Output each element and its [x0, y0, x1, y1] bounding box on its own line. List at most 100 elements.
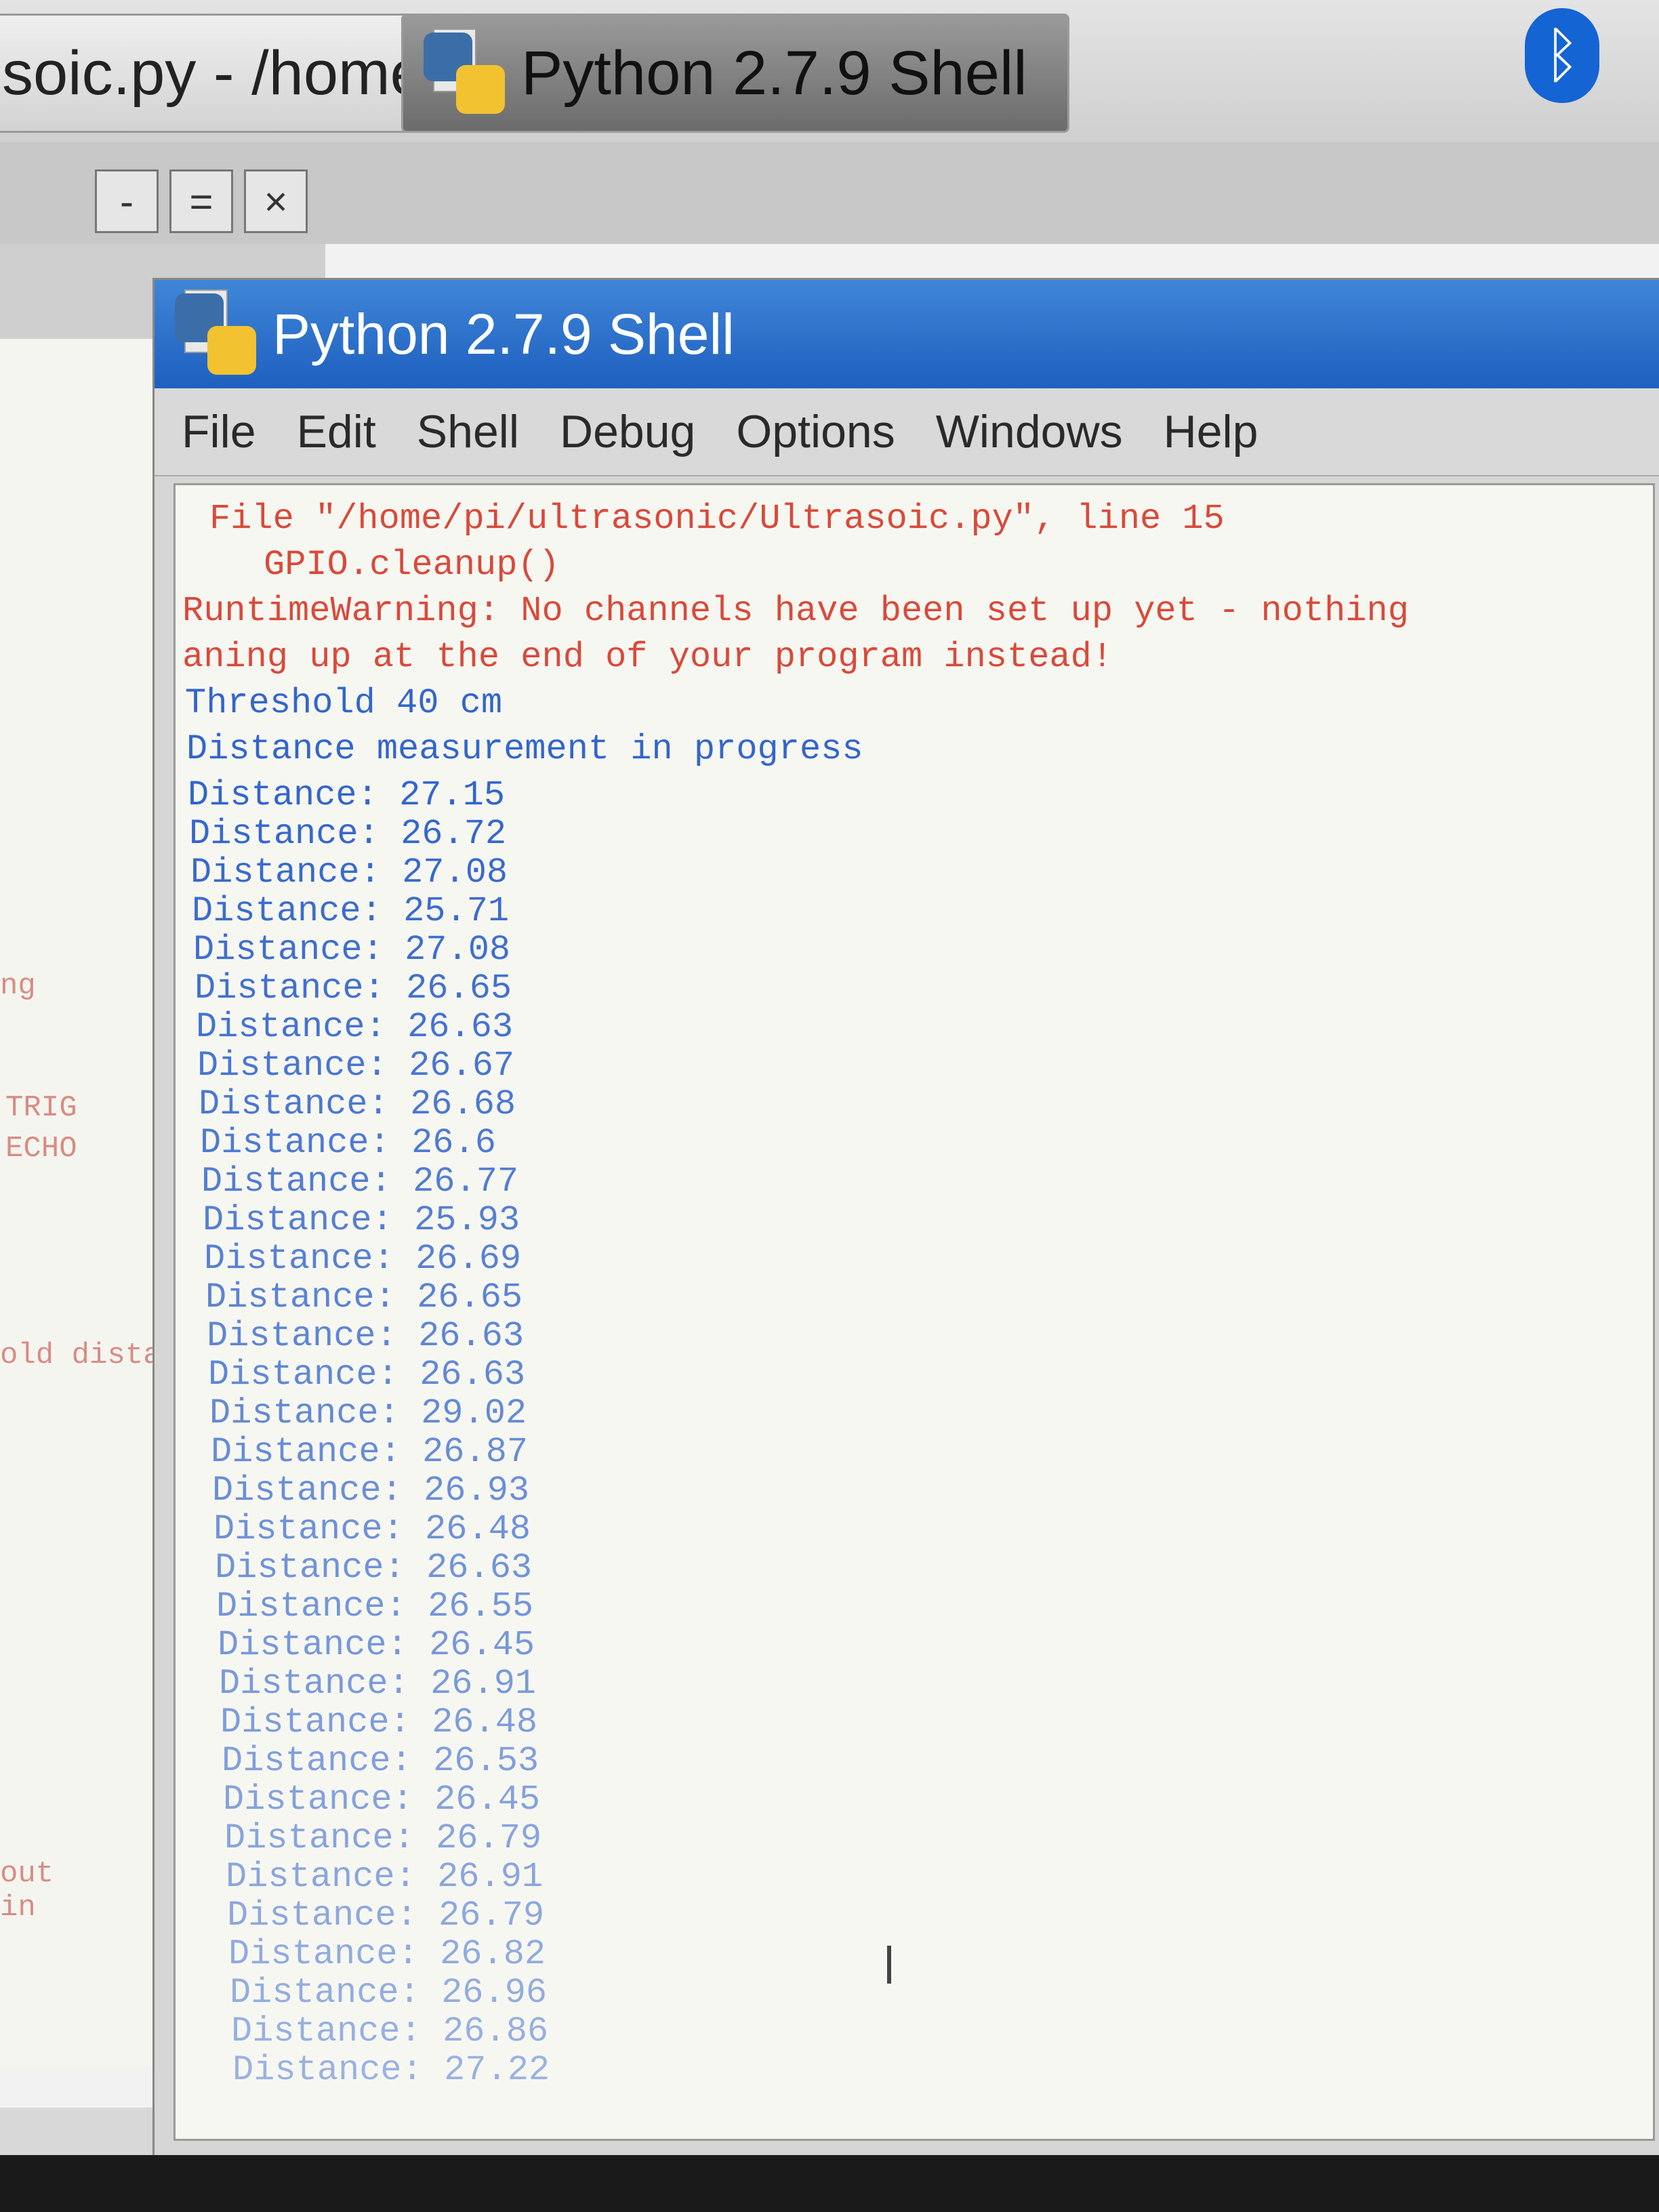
distance-label: Distance:	[190, 853, 381, 893]
taskbar-tab-editor[interactable]: soic.py - /home/...	[0, 14, 411, 133]
distance-value: 26.82	[440, 1934, 546, 1974]
distance-label: Distance:	[212, 1471, 403, 1511]
close-button[interactable]: ×	[244, 169, 308, 233]
distance-line: Distance: 26.86	[231, 2011, 548, 2051]
distance-line: Distance: 26.63	[196, 1007, 513, 1047]
distance-value: 26.68	[410, 1084, 516, 1124]
distance-value: 26.91	[437, 1857, 544, 1897]
text-cursor	[887, 1946, 891, 1984]
window-title: Python 2.7.9 Shell	[272, 302, 735, 366]
distance-value: 27.15	[399, 775, 506, 815]
distance-label: Distance:	[218, 1625, 408, 1665]
distance-value: 26.63	[419, 1355, 526, 1395]
distance-label: Distance:	[209, 1393, 400, 1433]
shell-window: Python 2.7.9 Shell File Edit Shell Debug…	[152, 278, 1659, 2155]
distance-value: 26.79	[436, 1818, 542, 1858]
distance-value: 26.48	[425, 1509, 531, 1549]
distance-value: 26.53	[433, 1741, 539, 1781]
shell-titlebar[interactable]: Python 2.7.9 Shell	[155, 280, 1659, 388]
distance-line: Distance: 26.45	[223, 1780, 540, 1820]
code-fragment: TRIG	[5, 1091, 77, 1125]
menu-edit[interactable]: Edit	[297, 405, 376, 458]
distance-line: Distance: 26.91	[226, 1857, 543, 1897]
distance-value: 26.45	[434, 1780, 541, 1820]
distance-label: Distance:	[193, 930, 384, 970]
distance-line: Distance: 26.96	[230, 1973, 547, 2013]
distance-label: Distance:	[196, 1007, 386, 1047]
distance-line: Distance: 26.55	[216, 1586, 533, 1626]
distance-label: Distance:	[226, 1857, 416, 1897]
code-fragment: ECHO	[5, 1132, 77, 1166]
error-line: GPIO.cleanup()	[264, 545, 560, 585]
distance-line: Distance: 26.63	[215, 1548, 532, 1588]
minimize-button[interactable]: -	[95, 169, 159, 233]
distance-label: Distance:	[227, 1896, 417, 1936]
distance-value: 27.08	[405, 930, 511, 970]
distance-line: Distance: 26.69	[204, 1239, 521, 1279]
distance-line: Distance: 26.77	[201, 1162, 518, 1202]
menubar: File Edit Shell Debug Options Windows He…	[155, 388, 1659, 476]
distance-line: Distance: 27.22	[232, 2050, 550, 2090]
menu-options[interactable]: Options	[736, 405, 895, 458]
distance-value: 29.02	[421, 1393, 527, 1433]
distance-label: Distance:	[222, 1741, 412, 1781]
distance-value: 26.65	[406, 968, 512, 1008]
distance-label: Distance:	[224, 1818, 415, 1858]
distance-value: 27.08	[402, 853, 508, 893]
desktop-screen: soic.py - /home/... Python 2.7.9 Shell ᛒ…	[0, 0, 1659, 2155]
distance-line: Distance: 26.63	[207, 1316, 524, 1356]
distance-line: Distance: 26.48	[220, 1702, 537, 1742]
editor-titlebar-empty	[319, 142, 1659, 244]
distance-value: 25.93	[414, 1200, 520, 1240]
taskbar-tab-shell[interactable]: Python 2.7.9 Shell	[401, 14, 1069, 133]
taskbar-tab-label: soic.py - /home/...	[2, 38, 409, 108]
distance-value: 26.55	[428, 1586, 534, 1626]
distance-value: 26.45	[429, 1625, 535, 1665]
output-line: Distance measurement in progress	[186, 729, 863, 769]
distance-label: Distance:	[205, 1277, 396, 1317]
distance-line: Distance: 26.65	[205, 1277, 523, 1317]
distance-value: 27.22	[444, 2050, 550, 2090]
distance-label: Distance:	[199, 1084, 389, 1124]
taskbar: soic.py - /home/... Python 2.7.9 Shell ᛒ	[0, 0, 1659, 144]
distance-line: Distance: 26.87	[211, 1432, 528, 1472]
distance-label: Distance:	[230, 1973, 420, 2013]
distance-value: 26.86	[443, 2011, 549, 2051]
distance-label: Distance:	[216, 1586, 407, 1626]
distance-label: Distance:	[192, 891, 382, 931]
distance-line: Distance: 26.72	[189, 814, 506, 854]
shell-output[interactable]: File "/home/pi/ultrasonic/Ultrasoic.py",…	[173, 483, 1655, 2141]
distance-line: Distance: 29.02	[209, 1393, 527, 1433]
error-line: RuntimeWarning: No channels have been se…	[182, 591, 1409, 631]
distance-value: 26.63	[407, 1007, 514, 1047]
distance-label: Distance:	[220, 1702, 411, 1742]
distance-value: 26.79	[438, 1896, 545, 1936]
distance-label: Distance:	[189, 814, 380, 854]
distance-value: 26.6	[411, 1123, 496, 1163]
error-line: File "/home/pi/ultrasonic/Ultrasoic.py",…	[209, 499, 1225, 539]
distance-label: Distance:	[200, 1123, 390, 1163]
distance-label: Distance:	[208, 1355, 398, 1395]
distance-label: Distance:	[219, 1664, 409, 1704]
maximize-button[interactable]: =	[169, 169, 233, 233]
python-icon	[175, 289, 256, 375]
distance-value: 26.65	[417, 1277, 523, 1317]
taskbar-tab-label: Python 2.7.9 Shell	[521, 38, 1027, 108]
distance-value: 26.63	[418, 1316, 525, 1356]
distance-label: Distance:	[188, 775, 378, 815]
menu-help[interactable]: Help	[1164, 405, 1258, 458]
distance-line: Distance: 26.63	[208, 1355, 525, 1395]
menu-windows[interactable]: Windows	[936, 405, 1123, 458]
menu-file[interactable]: File	[182, 405, 256, 458]
menu-shell[interactable]: Shell	[417, 405, 519, 458]
output-line: Threshold 40 cm	[185, 683, 503, 723]
distance-label: Distance:	[231, 2011, 422, 2051]
distance-value: 26.91	[430, 1664, 537, 1704]
code-fragment: ng	[0, 969, 36, 1003]
menu-debug[interactable]: Debug	[560, 405, 695, 458]
code-fragment: in	[0, 1891, 36, 1925]
distance-value: 26.69	[415, 1239, 522, 1279]
distance-line: Distance: 27.15	[188, 775, 505, 815]
bluetooth-icon[interactable]: ᛒ	[1525, 8, 1599, 103]
distance-value: 26.93	[424, 1471, 530, 1511]
